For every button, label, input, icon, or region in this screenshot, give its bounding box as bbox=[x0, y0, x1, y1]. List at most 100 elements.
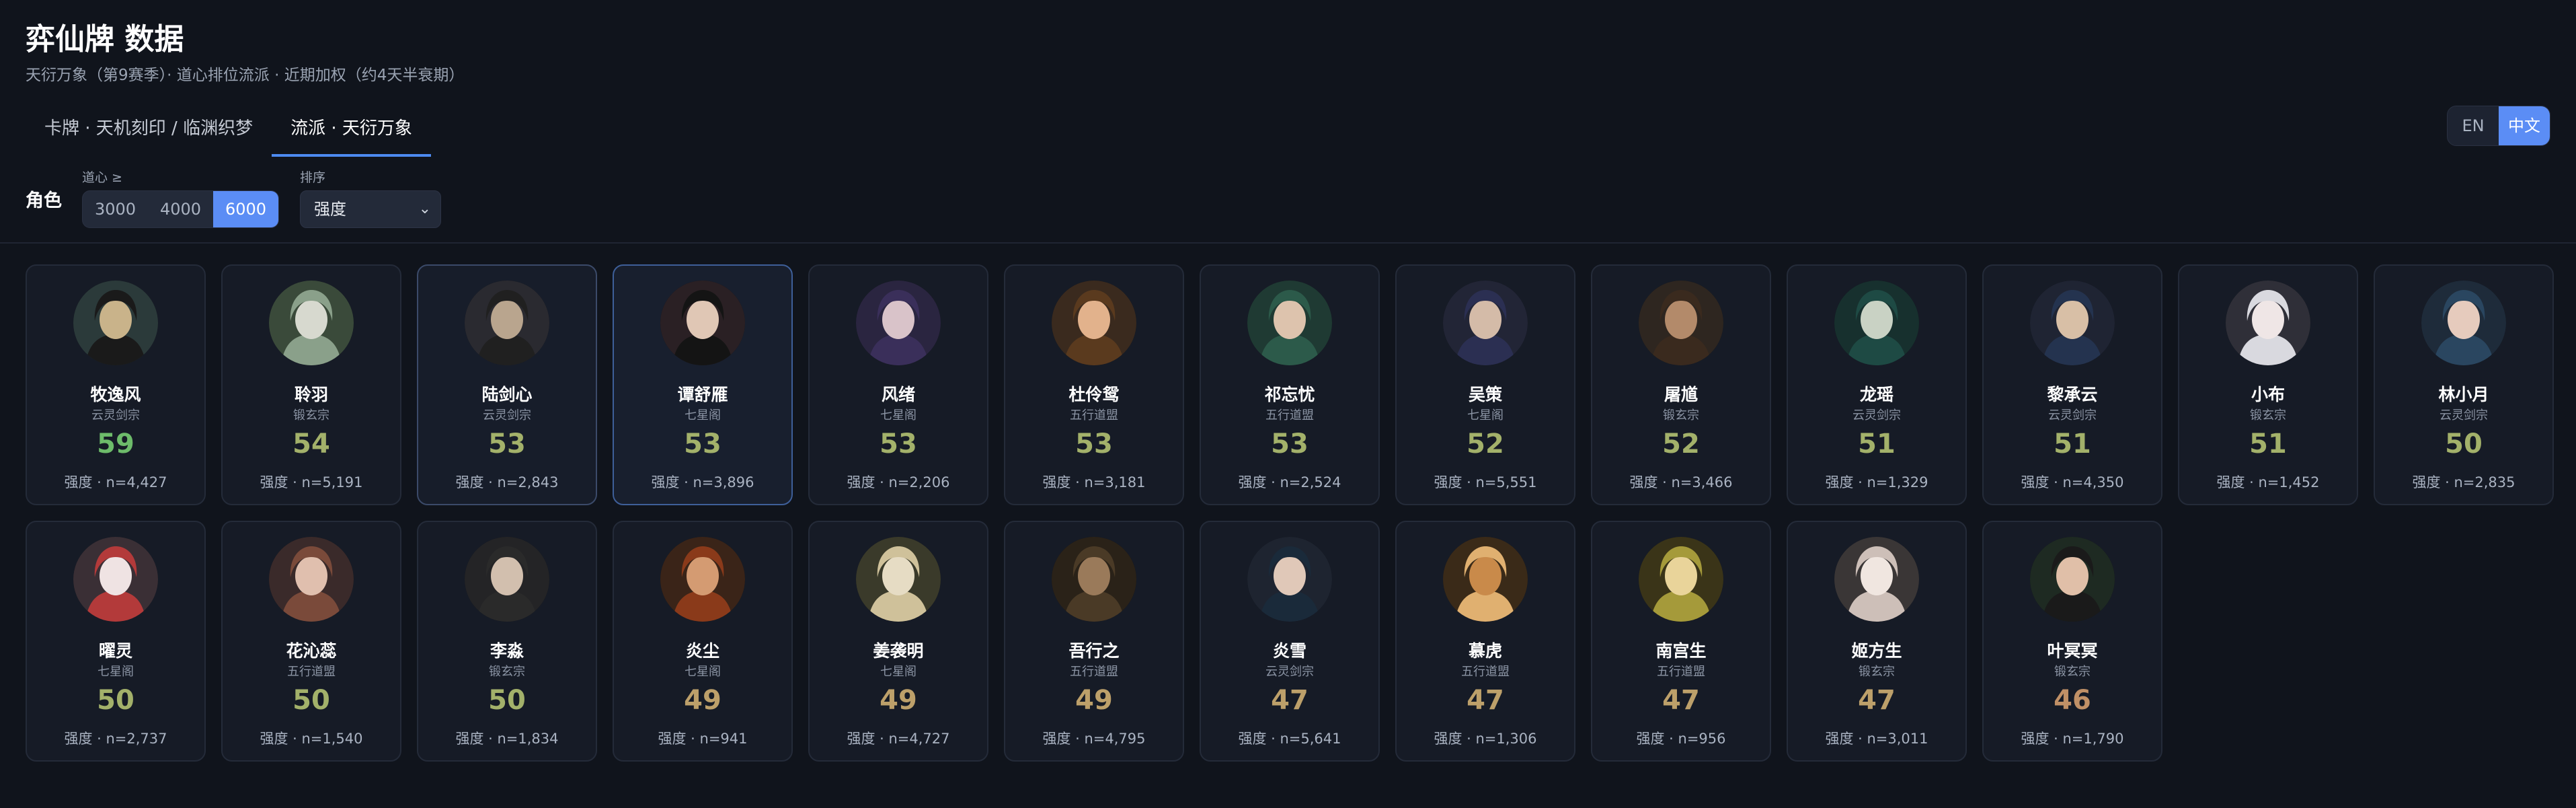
character-name: 姜袭明 bbox=[873, 641, 924, 661]
strength-score: 54 bbox=[292, 429, 330, 460]
sample-size: 强度 · n=956 bbox=[1636, 731, 1726, 747]
character-name: 龙瑶 bbox=[1859, 385, 1894, 404]
strength-score: 51 bbox=[2054, 429, 2091, 460]
daoxin-4000-button[interactable]: 4000 bbox=[148, 191, 213, 227]
character-portrait bbox=[465, 537, 549, 622]
filters-section-label: 角色 bbox=[26, 190, 62, 211]
character-name: 屠馗 bbox=[1664, 385, 1698, 404]
character-sect: 云灵剑宗 bbox=[2440, 408, 2488, 423]
strength-score: 52 bbox=[1662, 429, 1700, 460]
sample-size: 强度 · n=4,350 bbox=[2021, 474, 2124, 490]
character-portrait bbox=[660, 281, 745, 365]
character-sect: 五行道盟 bbox=[1265, 408, 1314, 423]
strength-score: 53 bbox=[880, 429, 917, 460]
character-sect: 七星阁 bbox=[685, 665, 721, 679]
strength-score: 53 bbox=[1075, 429, 1113, 460]
lang-zh-button[interactable]: 中文 bbox=[2499, 106, 2550, 145]
strength-score: 53 bbox=[488, 429, 526, 460]
character-portrait bbox=[73, 537, 158, 622]
character-card[interactable]: 风绪 七星阁 53 强度 · n=2,206 bbox=[808, 264, 988, 505]
character-portrait bbox=[2030, 537, 2115, 622]
character-portrait bbox=[1834, 537, 1919, 622]
character-card[interactable]: 姜袭明 七星阁 49 强度 · n=4,727 bbox=[808, 521, 988, 762]
character-card[interactable]: 陆剑心 云灵剑宗 53 强度 · n=2,843 bbox=[417, 264, 597, 505]
tab-cards[interactable]: 卡牌 · 天机刻印 / 临渊织梦 bbox=[26, 106, 272, 157]
character-portrait bbox=[1247, 281, 1332, 365]
daoxin-segmented-control: 3000 4000 6000 bbox=[82, 190, 279, 228]
character-portrait bbox=[1639, 537, 1723, 622]
daoxin-3000-button[interactable]: 3000 bbox=[83, 191, 148, 227]
daoxin-filter-label: 道心 ≥ bbox=[82, 170, 122, 185]
strength-score: 47 bbox=[1858, 685, 1896, 716]
sample-size: 强度 · n=3,181 bbox=[1042, 474, 1146, 490]
character-card[interactable]: 姬方生 锻玄宗 47 强度 · n=3,011 bbox=[1787, 521, 1967, 762]
character-sect: 云灵剑宗 bbox=[483, 408, 531, 423]
character-card[interactable]: 叶冥冥 锻玄宗 46 强度 · n=1,790 bbox=[1982, 521, 2162, 762]
character-card[interactable]: 慕虎 五行道盟 47 强度 · n=1,306 bbox=[1395, 521, 1575, 762]
sample-size: 强度 · n=2,737 bbox=[64, 731, 167, 747]
character-card[interactable]: 李淼 锻玄宗 50 强度 · n=1,834 bbox=[417, 521, 597, 762]
character-sect: 锻玄宗 bbox=[1859, 665, 1895, 679]
character-name: 黎承云 bbox=[2047, 385, 2098, 404]
lang-en-button[interactable]: EN bbox=[2448, 106, 2499, 145]
character-name: 林小月 bbox=[2438, 385, 2489, 404]
character-card[interactable]: 谭舒雁 七星阁 53 强度 · n=3,896 bbox=[613, 264, 793, 505]
character-sect: 云灵剑宗 bbox=[1265, 665, 1314, 679]
character-card[interactable]: 吴策 七星阁 52 强度 · n=5,551 bbox=[1395, 264, 1575, 505]
character-sect: 七星阁 bbox=[1467, 408, 1504, 423]
language-switch: EN 中文 bbox=[2447, 106, 2550, 146]
character-card[interactable]: 牧逸风 云灵剑宗 59 强度 · n=4,427 bbox=[26, 264, 206, 505]
character-card[interactable]: 聆羽 锻玄宗 54 强度 · n=5,191 bbox=[221, 264, 401, 505]
character-card[interactable]: 曜灵 七星阁 50 强度 · n=2,737 bbox=[26, 521, 206, 762]
page-title: 弈仙牌 数据 bbox=[26, 22, 184, 57]
character-name: 叶冥冥 bbox=[2047, 641, 2098, 661]
character-card[interactable]: 南宫生 五行道盟 47 强度 · n=956 bbox=[1591, 521, 1771, 762]
sample-size: 强度 · n=2,835 bbox=[2412, 474, 2515, 490]
sample-size: 强度 · n=4,727 bbox=[847, 731, 950, 747]
character-name: 风绪 bbox=[881, 385, 915, 404]
character-sect: 五行道盟 bbox=[1070, 408, 1118, 423]
character-card[interactable]: 花沁蕊 五行道盟 50 强度 · n=1,540 bbox=[221, 521, 401, 762]
character-card[interactable]: 龙瑶 云灵剑宗 51 强度 · n=1,329 bbox=[1787, 264, 1967, 505]
sort-select[interactable]: 强度 ⌄ bbox=[300, 190, 441, 228]
character-card[interactable]: 屠馗 锻玄宗 52 强度 · n=3,466 bbox=[1591, 264, 1771, 505]
sort-select-value: 强度 bbox=[314, 200, 346, 219]
character-card[interactable]: 林小月 云灵剑宗 50 强度 · n=2,835 bbox=[2374, 264, 2554, 505]
character-portrait bbox=[2421, 281, 2506, 365]
character-name: 南宫生 bbox=[1655, 641, 1707, 661]
sample-size: 强度 · n=2,524 bbox=[1238, 474, 1341, 490]
sample-size: 强度 · n=3,896 bbox=[651, 474, 754, 490]
character-portrait bbox=[269, 281, 354, 365]
sample-size: 强度 · n=2,843 bbox=[455, 474, 559, 490]
daoxin-6000-button[interactable]: 6000 bbox=[213, 191, 278, 227]
character-sect: 锻玄宗 bbox=[2054, 665, 2091, 679]
sample-size: 强度 · n=4,427 bbox=[64, 474, 167, 490]
strength-score: 59 bbox=[97, 429, 134, 460]
character-portrait bbox=[1639, 281, 1723, 365]
strength-score: 47 bbox=[1271, 685, 1309, 716]
sample-size: 强度 · n=3,011 bbox=[1825, 731, 1928, 747]
character-card[interactable]: 炎雪 云灵剑宗 47 强度 · n=5,641 bbox=[1200, 521, 1380, 762]
character-sect: 云灵剑宗 bbox=[2048, 408, 2097, 423]
character-name: 杜伶鸳 bbox=[1068, 385, 1120, 404]
character-name: 聆羽 bbox=[294, 385, 328, 404]
character-portrait bbox=[1443, 537, 1528, 622]
character-portrait bbox=[269, 537, 354, 622]
character-card[interactable]: 吾行之 五行道盟 49 强度 · n=4,795 bbox=[1004, 521, 1184, 762]
strength-score: 50 bbox=[488, 685, 526, 716]
character-name: 吾行之 bbox=[1068, 641, 1120, 661]
character-card[interactable]: 炎尘 七星阁 49 强度 · n=941 bbox=[613, 521, 793, 762]
character-card[interactable]: 黎承云云灵剑宗 51 强度 · n=4,350 bbox=[1982, 264, 2162, 505]
strength-score: 46 bbox=[2054, 685, 2091, 716]
strength-score: 53 bbox=[684, 429, 721, 460]
tab-archetypes[interactable]: 流派 · 天衍万象 bbox=[272, 106, 431, 157]
character-name: 曜灵 bbox=[98, 641, 132, 661]
character-name: 小布 bbox=[2251, 385, 2285, 404]
tab-bar: 卡牌 · 天机刻印 / 临渊织梦 流派 · 天衍万象 bbox=[26, 106, 431, 157]
strength-score: 52 bbox=[1467, 429, 1504, 460]
character-card[interactable]: 祁忘忧 五行道盟 53 强度 · n=2,524 bbox=[1200, 264, 1380, 505]
character-name: 慕虎 bbox=[1468, 641, 1502, 661]
character-card[interactable]: 杜伶鸳五行道盟 53 强度 · n=3,181 bbox=[1004, 264, 1184, 505]
character-card[interactable]: 小布 锻玄宗 51 强度 · n=1,452 bbox=[2178, 264, 2358, 505]
character-name: 炎尘 bbox=[685, 641, 719, 661]
